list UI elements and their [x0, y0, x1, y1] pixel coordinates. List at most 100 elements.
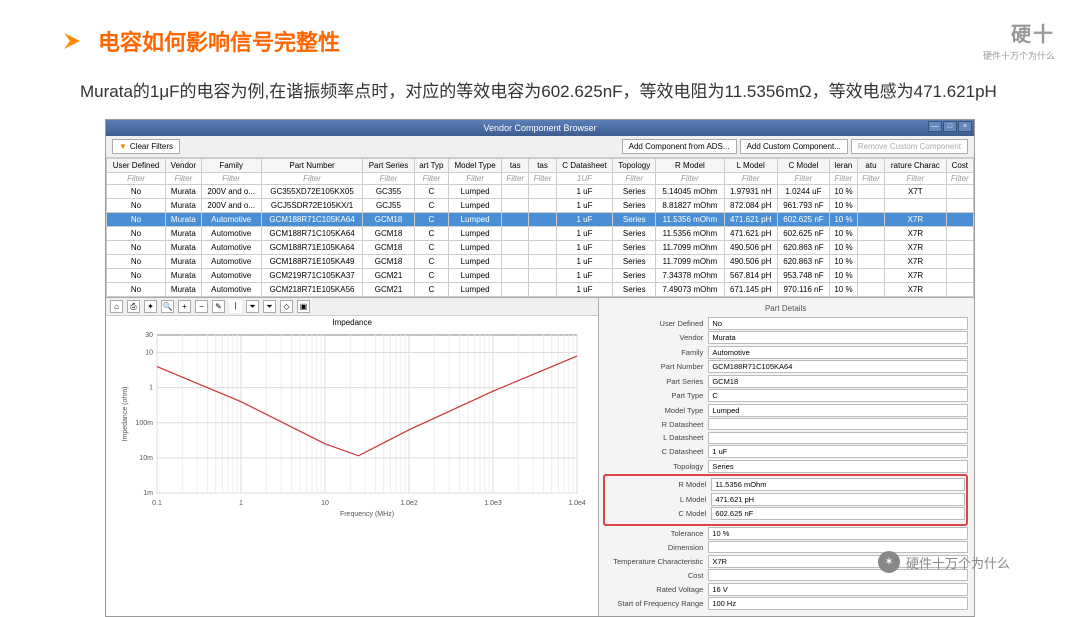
- filter-cell[interactable]: 1UF: [556, 172, 613, 184]
- cell: [857, 184, 884, 198]
- filter-cell[interactable]: Filter: [885, 172, 947, 184]
- filter-cell[interactable]: Filter: [166, 172, 202, 184]
- filter-cell[interactable]: Filter: [449, 172, 502, 184]
- filter-row[interactable]: FilterFilterFilterFilterFilterFilterFilt…: [107, 172, 974, 184]
- filter-cell[interactable]: Filter: [830, 172, 858, 184]
- cell: [885, 198, 947, 212]
- data-grid[interactable]: User DefinedVendorFamilyPart NumberPart …: [106, 158, 974, 297]
- detail-value[interactable]: 10 %: [708, 527, 968, 540]
- col-header[interactable]: C Datasheet: [556, 158, 613, 172]
- detail-value[interactable]: Murata: [708, 331, 968, 344]
- detail-value[interactable]: GCM18: [708, 375, 968, 388]
- detail-label: Part Series: [603, 377, 708, 386]
- cell: 490.506 pH: [724, 254, 777, 268]
- filter-cell[interactable]: Filter: [363, 172, 414, 184]
- col-header[interactable]: rature Charac: [885, 158, 947, 172]
- print-icon[interactable]: ⎙: [127, 300, 140, 313]
- col-header[interactable]: art Typ: [414, 158, 448, 172]
- impedance-chart[interactable]: 0.11101.0e21.0e31.0e41m10m100m11030Frequ…: [117, 329, 587, 519]
- filter-cell[interactable]: Filter: [857, 172, 884, 184]
- app-window: Vendor Component Browser — □ × ▼ Clear F…: [105, 119, 975, 617]
- zoom-icon[interactable]: 🔍: [161, 300, 174, 313]
- col-header[interactable]: L Model: [724, 158, 777, 172]
- col-header[interactable]: atu: [857, 158, 884, 172]
- filter-cell[interactable]: Filter: [201, 172, 261, 184]
- model-values-box: R Model11.5356 mOhmL Model471.621 pHC Mo…: [603, 474, 968, 526]
- detail-value[interactable]: No: [708, 317, 968, 330]
- cell: [857, 282, 884, 296]
- filter-cell[interactable]: Filter: [414, 172, 448, 184]
- detail-value[interactable]: 16 V: [708, 583, 968, 596]
- col-header[interactable]: Model Type: [449, 158, 502, 172]
- col-header[interactable]: R Model: [656, 158, 724, 172]
- col-header[interactable]: User Defined: [107, 158, 166, 172]
- detail-value[interactable]: [708, 418, 968, 430]
- cell: [857, 268, 884, 282]
- col-header[interactable]: Family: [201, 158, 261, 172]
- add-custom-button[interactable]: Add Custom Component...: [740, 139, 848, 154]
- cell: [946, 254, 973, 268]
- col-header[interactable]: Vendor: [166, 158, 202, 172]
- zoom-out-icon[interactable]: −: [195, 300, 208, 313]
- detail-value[interactable]: 471.621 pH: [711, 493, 965, 506]
- col-header[interactable]: tas: [529, 158, 556, 172]
- detail-row: VendorMurata: [603, 331, 968, 344]
- filter-cell[interactable]: Filter: [107, 172, 166, 184]
- detail-value[interactable]: 602.625 nF: [711, 507, 965, 520]
- col-header[interactable]: C Model: [777, 158, 829, 172]
- target-icon[interactable]: ✦: [144, 300, 157, 313]
- cell: C: [414, 198, 448, 212]
- table-row[interactable]: NoMurataAutomotiveGCM219R71C105KA37GCM21…: [107, 268, 974, 282]
- detail-value[interactable]: 1 uF: [708, 445, 968, 458]
- table-row[interactable]: NoMurataAutomotiveGCM218R71E105KA56GCM21…: [107, 282, 974, 296]
- zoom-in-icon[interactable]: +: [178, 300, 191, 313]
- detail-value[interactable]: Automotive: [708, 346, 968, 359]
- cell: GCM18: [363, 240, 414, 254]
- detail-value[interactable]: [708, 432, 968, 444]
- cell: [946, 198, 973, 212]
- table-row[interactable]: NoMurataAutomotiveGCM188R71C105KA64GCM18…: [107, 212, 974, 226]
- table-row[interactable]: NoMurata200V and o...GCJ5SDR72E105KX/1GC…: [107, 198, 974, 212]
- detail-value[interactable]: Lumped: [708, 404, 968, 417]
- filter-cell[interactable]: Filter: [529, 172, 556, 184]
- add-from-ads-button[interactable]: Add Component from ADS...: [622, 139, 737, 154]
- funnel-a-icon[interactable]: ⏷: [246, 300, 259, 313]
- close-button[interactable]: ×: [958, 121, 972, 132]
- home-icon[interactable]: ⌂: [110, 300, 123, 313]
- filter-cell[interactable]: Filter: [777, 172, 829, 184]
- svg-text:10: 10: [145, 349, 153, 356]
- detail-value[interactable]: C: [708, 389, 968, 402]
- filter-cell[interactable]: Filter: [613, 172, 656, 184]
- detail-value[interactable]: GCM188R71C105KA64: [708, 360, 968, 373]
- detail-value[interactable]: 11.5356 mOhm: [711, 478, 965, 491]
- filter-cell[interactable]: Filter: [502, 172, 529, 184]
- filter-cell[interactable]: Filter: [946, 172, 973, 184]
- cell: 11.5356 mOhm: [656, 226, 724, 240]
- clear-filters-button[interactable]: ▼ Clear Filters: [112, 139, 180, 154]
- col-header[interactable]: leran: [830, 158, 858, 172]
- maximize-button[interactable]: □: [943, 121, 957, 132]
- funnel-b-icon[interactable]: ⏷: [263, 300, 276, 313]
- col-header[interactable]: Topology: [613, 158, 656, 172]
- col-header[interactable]: Cost: [946, 158, 973, 172]
- marker-icon[interactable]: ✎: [212, 300, 225, 313]
- diamond-icon[interactable]: ◇: [280, 300, 293, 313]
- filter-cell[interactable]: Filter: [724, 172, 777, 184]
- filter-cell[interactable]: Filter: [656, 172, 724, 184]
- cell: 1.97931 nH: [724, 184, 777, 198]
- detail-value[interactable]: 100 Hz: [708, 597, 968, 610]
- table-row[interactable]: NoMurataAutomotiveGCM188R71E105KA49GCM18…: [107, 254, 974, 268]
- col-header[interactable]: Part Series: [363, 158, 414, 172]
- col-header[interactable]: Part Number: [261, 158, 363, 172]
- filter-cell[interactable]: Filter: [261, 172, 363, 184]
- remove-custom-button[interactable]: Remove Custom Component: [851, 139, 968, 154]
- table-row[interactable]: NoMurataAutomotiveGCM188R71C105KA64GCM18…: [107, 226, 974, 240]
- layers-icon[interactable]: ▣: [297, 300, 310, 313]
- table-row[interactable]: NoMurata200V and o...GC355XD72E105KX05GC…: [107, 184, 974, 198]
- detail-value[interactable]: Series: [708, 460, 968, 473]
- table-row[interactable]: NoMurataAutomotiveGCM188R71E105KA64GCM18…: [107, 240, 974, 254]
- col-header[interactable]: tas: [502, 158, 529, 172]
- svg-text:10: 10: [321, 500, 329, 507]
- minimize-button[interactable]: —: [928, 121, 942, 132]
- detail-label: Topology: [603, 462, 708, 471]
